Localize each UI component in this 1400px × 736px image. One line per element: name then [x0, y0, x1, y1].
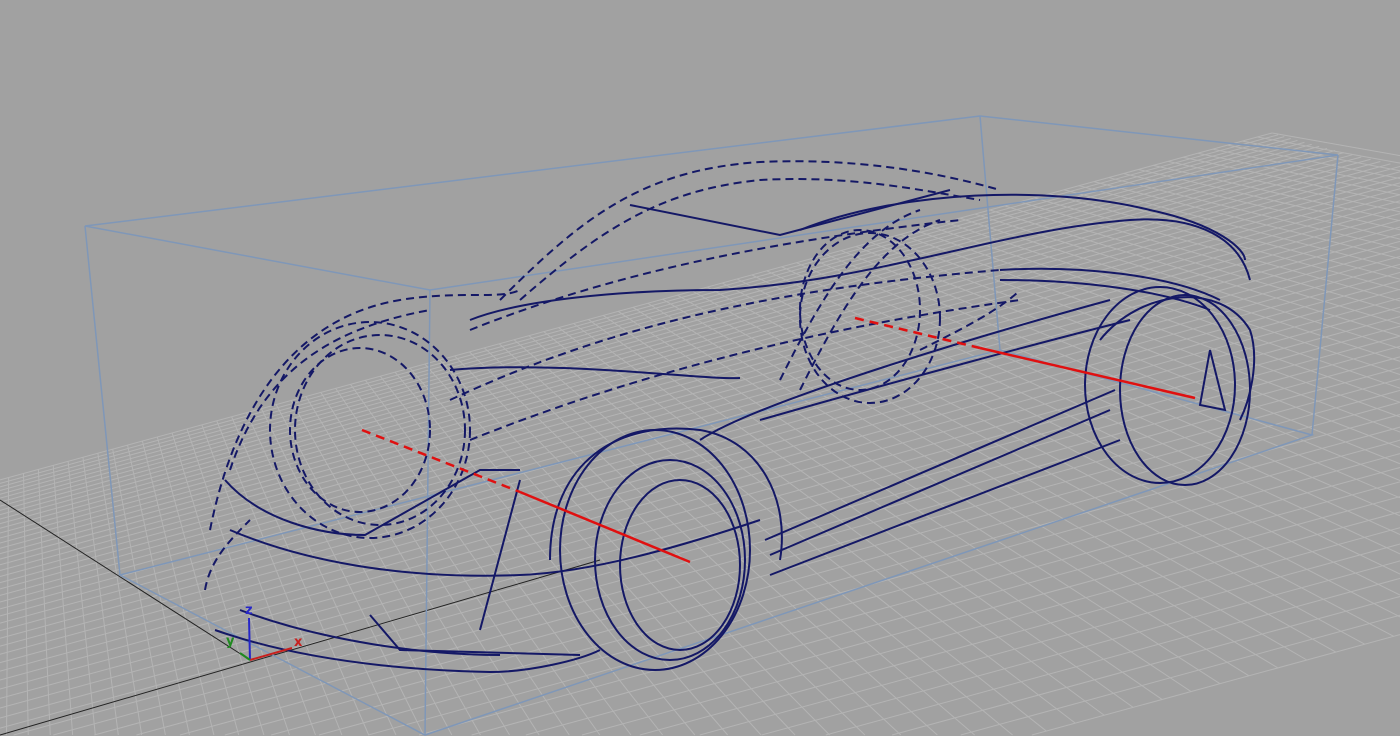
grid-line — [201, 424, 316, 736]
visible-curves — [214, 189, 1256, 674]
grid-line — [1272, 132, 1400, 157]
grid-line — [825, 577, 1400, 736]
grid-line — [0, 271, 1400, 655]
grid-line — [112, 449, 166, 736]
grid-line — [0, 145, 1320, 507]
grid-line — [0, 240, 1400, 624]
3d-viewport[interactable]: z y x — [0, 0, 1400, 736]
grid-line — [0, 139, 1298, 495]
grid-line — [891, 595, 1400, 736]
grid-line — [736, 278, 1400, 618]
grid-line — [617, 310, 1192, 692]
front-left-wheel — [269, 321, 471, 539]
y-axis — [239, 652, 251, 661]
x-axis-label: x — [294, 635, 303, 650]
grid-line — [0, 345, 1400, 729]
z-axis — [248, 617, 251, 661]
grid-line — [141, 440, 215, 736]
grid-line — [581, 511, 1400, 736]
grid-line — [224, 414, 1400, 736]
z-axis-label: z — [245, 603, 253, 618]
grid-line — [0, 132, 1273, 481]
grid-line — [1257, 136, 1400, 164]
grid-line — [0, 176, 1400, 560]
y-axis-label: y — [226, 634, 235, 649]
grid-line — [454, 355, 831, 736]
grid-line — [525, 496, 1400, 736]
grid-line — [365, 379, 632, 736]
grid-line — [471, 481, 1400, 736]
grid-line — [0, 136, 1285, 488]
grid-line — [0, 219, 1400, 603]
rear-right-wheel — [1084, 286, 1236, 484]
grid-line — [1031, 634, 1400, 736]
grid-line — [761, 560, 1400, 736]
grid-line — [0, 171, 1400, 555]
grid-line — [13, 356, 1400, 736]
grid-line — [639, 527, 1400, 736]
grid-line — [699, 543, 1400, 736]
grid-line — [0, 156, 1362, 529]
grid-line — [0, 194, 1400, 577]
